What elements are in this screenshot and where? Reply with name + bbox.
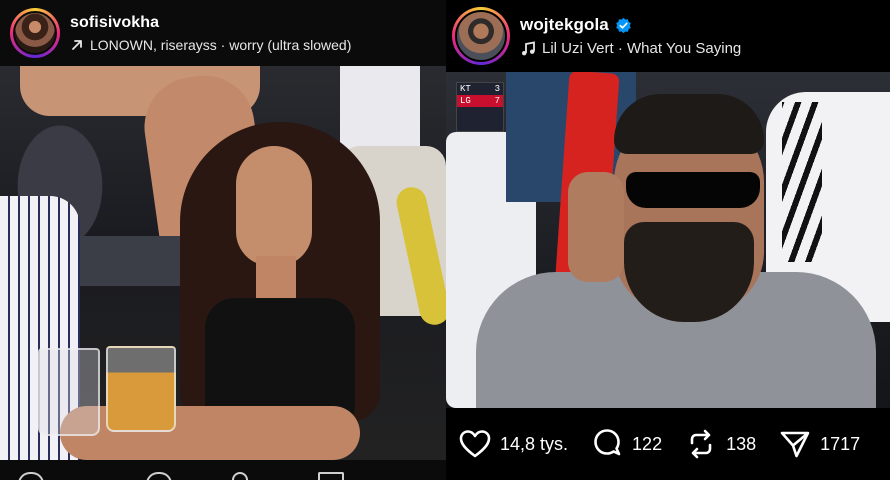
comment-icon xyxy=(594,429,621,456)
comment-count: 122 xyxy=(632,433,663,454)
avatar[interactable] xyxy=(452,7,510,65)
score-row-lg: LG 7 xyxy=(457,95,503,107)
arm xyxy=(60,406,360,460)
audio-row[interactable]: Lil Uzi Vert · What You Saying xyxy=(520,40,741,57)
team-score: 7 xyxy=(494,96,500,106)
jersey-stripes xyxy=(782,102,822,262)
face xyxy=(236,146,312,266)
bottom-strip xyxy=(0,460,446,480)
post-header: sofisivokha LONOWN, riserayss · worry (u… xyxy=(0,0,446,66)
team-label: LG xyxy=(460,96,471,106)
arrow-up-right-icon xyxy=(72,39,82,50)
post-image[interactable] xyxy=(0,66,446,460)
username-row: sofisivokha xyxy=(70,14,351,32)
scoreboard: KT 3 LG 7 xyxy=(456,82,504,132)
spectator-shirt xyxy=(340,66,420,156)
share-button[interactable]: 1717 xyxy=(778,427,860,461)
avatar-image xyxy=(455,10,507,62)
top xyxy=(205,298,355,418)
avatar-image xyxy=(13,11,57,55)
left-post: sofisivokha LONOWN, riserayss · worry (u… xyxy=(0,0,446,480)
verified-badge-icon xyxy=(616,17,631,33)
beer-cup xyxy=(38,348,100,436)
avatar[interactable] xyxy=(10,8,60,58)
comment-button[interactable]: 122 xyxy=(590,427,662,461)
header-text: sofisivokha LONOWN, riserayss · worry (u… xyxy=(70,14,351,53)
repost-icon xyxy=(690,429,712,459)
username[interactable]: wojtekgola xyxy=(520,15,609,35)
audio-label: Lil Uzi Vert · What You Saying xyxy=(542,40,742,57)
header-text: wojtekgola Lil Uzi Vert · What You Sayin… xyxy=(520,15,741,57)
right-post: wojtekgola Lil Uzi Vert · What You Sayin… xyxy=(446,0,890,480)
action-bar: 14,8 tys. 122 138 1717 xyxy=(446,408,890,480)
beer-cup xyxy=(106,346,176,432)
post-header: wojtekgola Lil Uzi Vert · What You Sayin… xyxy=(446,0,890,72)
share-count: 1717 xyxy=(820,433,861,454)
repost-count: 138 xyxy=(726,433,757,454)
share-icon[interactable] xyxy=(318,472,344,480)
hand xyxy=(568,172,624,282)
team-score: 3 xyxy=(494,84,500,94)
score-row-kt: KT 3 xyxy=(457,83,503,95)
send-icon xyxy=(780,431,810,458)
audio-row[interactable]: LONOWN, riserayss · worry (ultra slowed) xyxy=(70,37,351,53)
sunglasses xyxy=(626,172,760,208)
audio-label: LONOWN, riserayss · worry (ultra slowed) xyxy=(90,36,352,53)
like-button[interactable]: 14,8 tys. xyxy=(458,427,568,461)
hair xyxy=(614,94,764,154)
repost-button[interactable]: 138 xyxy=(684,427,756,461)
post-image[interactable]: KT 3 LG 7 xyxy=(446,72,890,408)
like-count: 14,8 tys. xyxy=(500,433,569,454)
heart-icon xyxy=(459,430,491,458)
username-row: wojtekgola xyxy=(520,15,741,35)
username[interactable]: sofisivokha xyxy=(70,14,159,32)
team-label: KT xyxy=(460,84,471,94)
music-note-icon xyxy=(522,40,535,55)
